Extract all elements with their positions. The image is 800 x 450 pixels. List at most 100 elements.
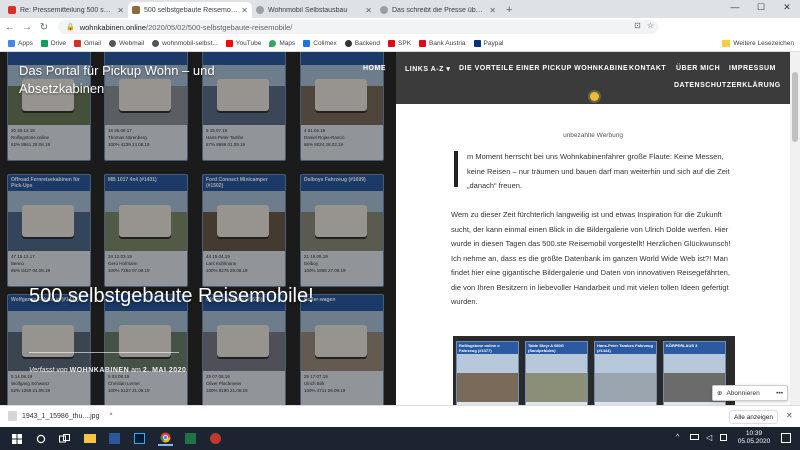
tab-label: Wohnmobil Selbstausbau	[268, 6, 348, 14]
bookmark-label: wohnmobil-selbst...	[162, 40, 218, 47]
show-all-downloads-button[interactable]: Alle anzeigen	[729, 410, 778, 424]
gallery-preview-title[interactable]: KÖRPERLAUS 3	[664, 342, 725, 354]
vehicle-photo[interactable]	[457, 354, 518, 402]
notification-icon[interactable]	[781, 433, 791, 443]
bookmark-gmail[interactable]: Gmail	[74, 40, 101, 47]
excel-icon[interactable]	[183, 431, 198, 446]
site-title[interactable]: Das Portal für Pickup Wohn – und Absetzk…	[19, 62, 269, 98]
nav-kontakt[interactable]: KONTAKT	[629, 65, 666, 72]
tab-label: Das schreibt die Presse über uns	[392, 6, 487, 14]
chevron-up-icon[interactable]: ^	[109, 413, 112, 419]
bookmark-apps[interactable]: Apps	[8, 40, 33, 47]
vehicle-photo[interactable]	[526, 354, 587, 402]
browser-tab[interactable]: Re: Pressemitteilung 500 selbstg... ✕	[4, 2, 128, 18]
gallery-preview-image[interactable]: Rollingstone online o Fahrzeug (#1377) Ta…	[453, 336, 735, 405]
other-bookmarks[interactable]: Weitere Lesezeichen	[722, 40, 794, 47]
browser-toolbar: ← → ↻ 🔒 wohnkabinen.online /2020/05/02/5…	[0, 18, 800, 49]
bookmark-label: Collmex	[313, 40, 337, 47]
browser-tab[interactable]: Das schreibt die Presse über uns ✕	[376, 2, 500, 18]
app-icon[interactable]	[208, 431, 223, 446]
translate-icon[interactable]: ⊡	[634, 21, 641, 30]
drop-cap	[454, 151, 458, 187]
word-icon[interactable]	[107, 431, 122, 446]
network-icon[interactable]	[690, 434, 699, 440]
gallery-preview-title[interactable]: Rollingstone online o Fahrzeug (#1377)	[457, 342, 518, 354]
bookmark-wohnmobil[interactable]: wohnmobil-selbst...	[152, 40, 218, 47]
tab-label: Re: Pressemitteilung 500 selbstg...	[20, 6, 114, 14]
bookmark-maps[interactable]: Maps	[269, 40, 295, 47]
nav-links-label: LINKS A-Z	[405, 66, 444, 73]
subscribe-icon: ⊕	[717, 390, 723, 397]
more-icon[interactable]: •••	[776, 390, 783, 397]
download-filename: 1943_1_15986_thu....jpg	[22, 412, 100, 420]
maximize-button[interactable]: ☐	[748, 0, 774, 14]
gallery-preview-title[interactable]: Table Steyr A 680G (Sandpebbles)	[526, 342, 587, 354]
task-view-icon[interactable]	[57, 431, 72, 446]
nav-home[interactable]: HOME	[363, 65, 386, 72]
download-item[interactable]: 1943_1_15986_thu....jpg ^	[8, 411, 112, 421]
gallery-preview-card[interactable]: Table Steyr A 680G (Sandpebbles)	[525, 341, 588, 405]
nav-ueber-mich[interactable]: ÜBER MICH	[676, 65, 720, 72]
vehicle-photo[interactable]	[595, 354, 656, 402]
close-download-bar-icon[interactable]: ✕	[786, 411, 793, 420]
bookmark-webmail[interactable]: Webmail	[108, 40, 144, 47]
scrollbar-thumb[interactable]	[792, 72, 798, 142]
gallery-preview-card[interactable]: Hans-Peter Tambes Fahrzeug (#1444)	[594, 341, 657, 405]
gallery-preview-card[interactable]: Rollingstone online o Fahrzeug (#1377)	[456, 341, 519, 405]
nav-impressum[interactable]: IMPRESSUM	[729, 65, 776, 72]
keyboard-icon[interactable]	[720, 434, 727, 441]
close-tab-icon[interactable]: ✕	[117, 6, 124, 15]
url-path: /2020/05/02/500-selbstgebaute-reisemobil…	[146, 22, 293, 32]
search-icon[interactable]	[33, 431, 48, 446]
close-tab-icon[interactable]: ✕	[489, 6, 496, 15]
minimize-button[interactable]: —	[722, 0, 748, 14]
windows-start-icon[interactable]	[9, 431, 24, 446]
bookmark-label: Maps	[279, 40, 296, 47]
image-file-icon	[8, 411, 17, 421]
site-logo[interactable]	[588, 90, 601, 103]
paragraph-1: m Moment herrscht bei uns Wohnkabinenfah…	[467, 152, 730, 190]
bookmark-bank-austria[interactable]: Bank Austria	[419, 40, 466, 47]
globe-icon	[152, 40, 160, 47]
meta-date[interactable]: 2. MAI 2020	[143, 367, 187, 374]
bookmark-spk[interactable]: SPK	[388, 40, 411, 47]
bookmark-drive[interactable]: Drive	[40, 40, 66, 47]
forward-button[interactable]: →	[20, 20, 34, 34]
bookmark-youtube[interactable]: YouTube	[225, 40, 262, 47]
bookmark-paypal[interactable]: Paypal	[473, 40, 504, 47]
download-bar: 1943_1_15986_thu....jpg ^ Alle anzeigen …	[0, 405, 800, 427]
scrollbar[interactable]	[790, 52, 800, 405]
bookmark-label: Backend	[354, 40, 381, 47]
maps-pin-icon	[269, 40, 277, 47]
tray-chevron-icon[interactable]: ^	[676, 434, 679, 441]
close-tab-icon[interactable]: ✕	[365, 6, 372, 15]
gallery-preview-title[interactable]: Hans-Peter Tambes Fahrzeug (#1444)	[595, 342, 656, 354]
nav-links[interactable]: LINKS A-Z ▾	[405, 65, 450, 73]
globe-icon	[108, 40, 116, 47]
bookmark-label: YouTube	[235, 40, 262, 47]
browser-tab-active[interactable]: 500 selbstgebaute Reisemobile! ✕	[128, 2, 252, 18]
bookmark-label: Bank Austria	[429, 40, 466, 47]
chrome-icon[interactable]	[158, 431, 173, 446]
folder-icon	[722, 40, 731, 47]
bookmark-star-icon[interactable]: ☆	[647, 21, 654, 30]
bookmark-backend[interactable]: Backend	[344, 40, 381, 47]
system-clock[interactable]: 10:39 05.05.2020	[734, 430, 774, 446]
nav-datenschutz[interactable]: DATENSCHUTZERKLÄRUNG	[674, 82, 781, 89]
address-bar[interactable]: 🔒 wohnkabinen.online /2020/05/02/500-sel…	[58, 20, 658, 34]
back-button[interactable]: ←	[3, 20, 17, 34]
meta-author[interactable]: WOHNKABINEN	[70, 367, 130, 374]
photoshop-icon[interactable]	[132, 431, 147, 446]
new-tab-button[interactable]: +	[506, 4, 512, 16]
bookmark-collmex[interactable]: Collmex	[303, 40, 337, 47]
close-window-button[interactable]: ✕	[774, 0, 800, 14]
volume-icon[interactable]: ◁	[706, 433, 712, 442]
post-meta: Verfasst von WOHNKABINEN am 2. MAI 2020	[29, 367, 186, 374]
close-tab-icon[interactable]: ✕	[241, 6, 248, 15]
file-explorer-icon[interactable]	[82, 431, 97, 446]
browser-tab[interactable]: Wohnmobil Selbstausbau ✕	[252, 2, 376, 18]
bookmark-label: Paypal	[483, 40, 504, 47]
reload-button[interactable]: ↻	[37, 20, 51, 34]
nav-vorteile[interactable]: DIE VORTEILE EINER PICKUP WOHNKABINE	[459, 65, 628, 72]
subscribe-widget[interactable]: ⊕ Abonnieren •••	[712, 385, 788, 401]
